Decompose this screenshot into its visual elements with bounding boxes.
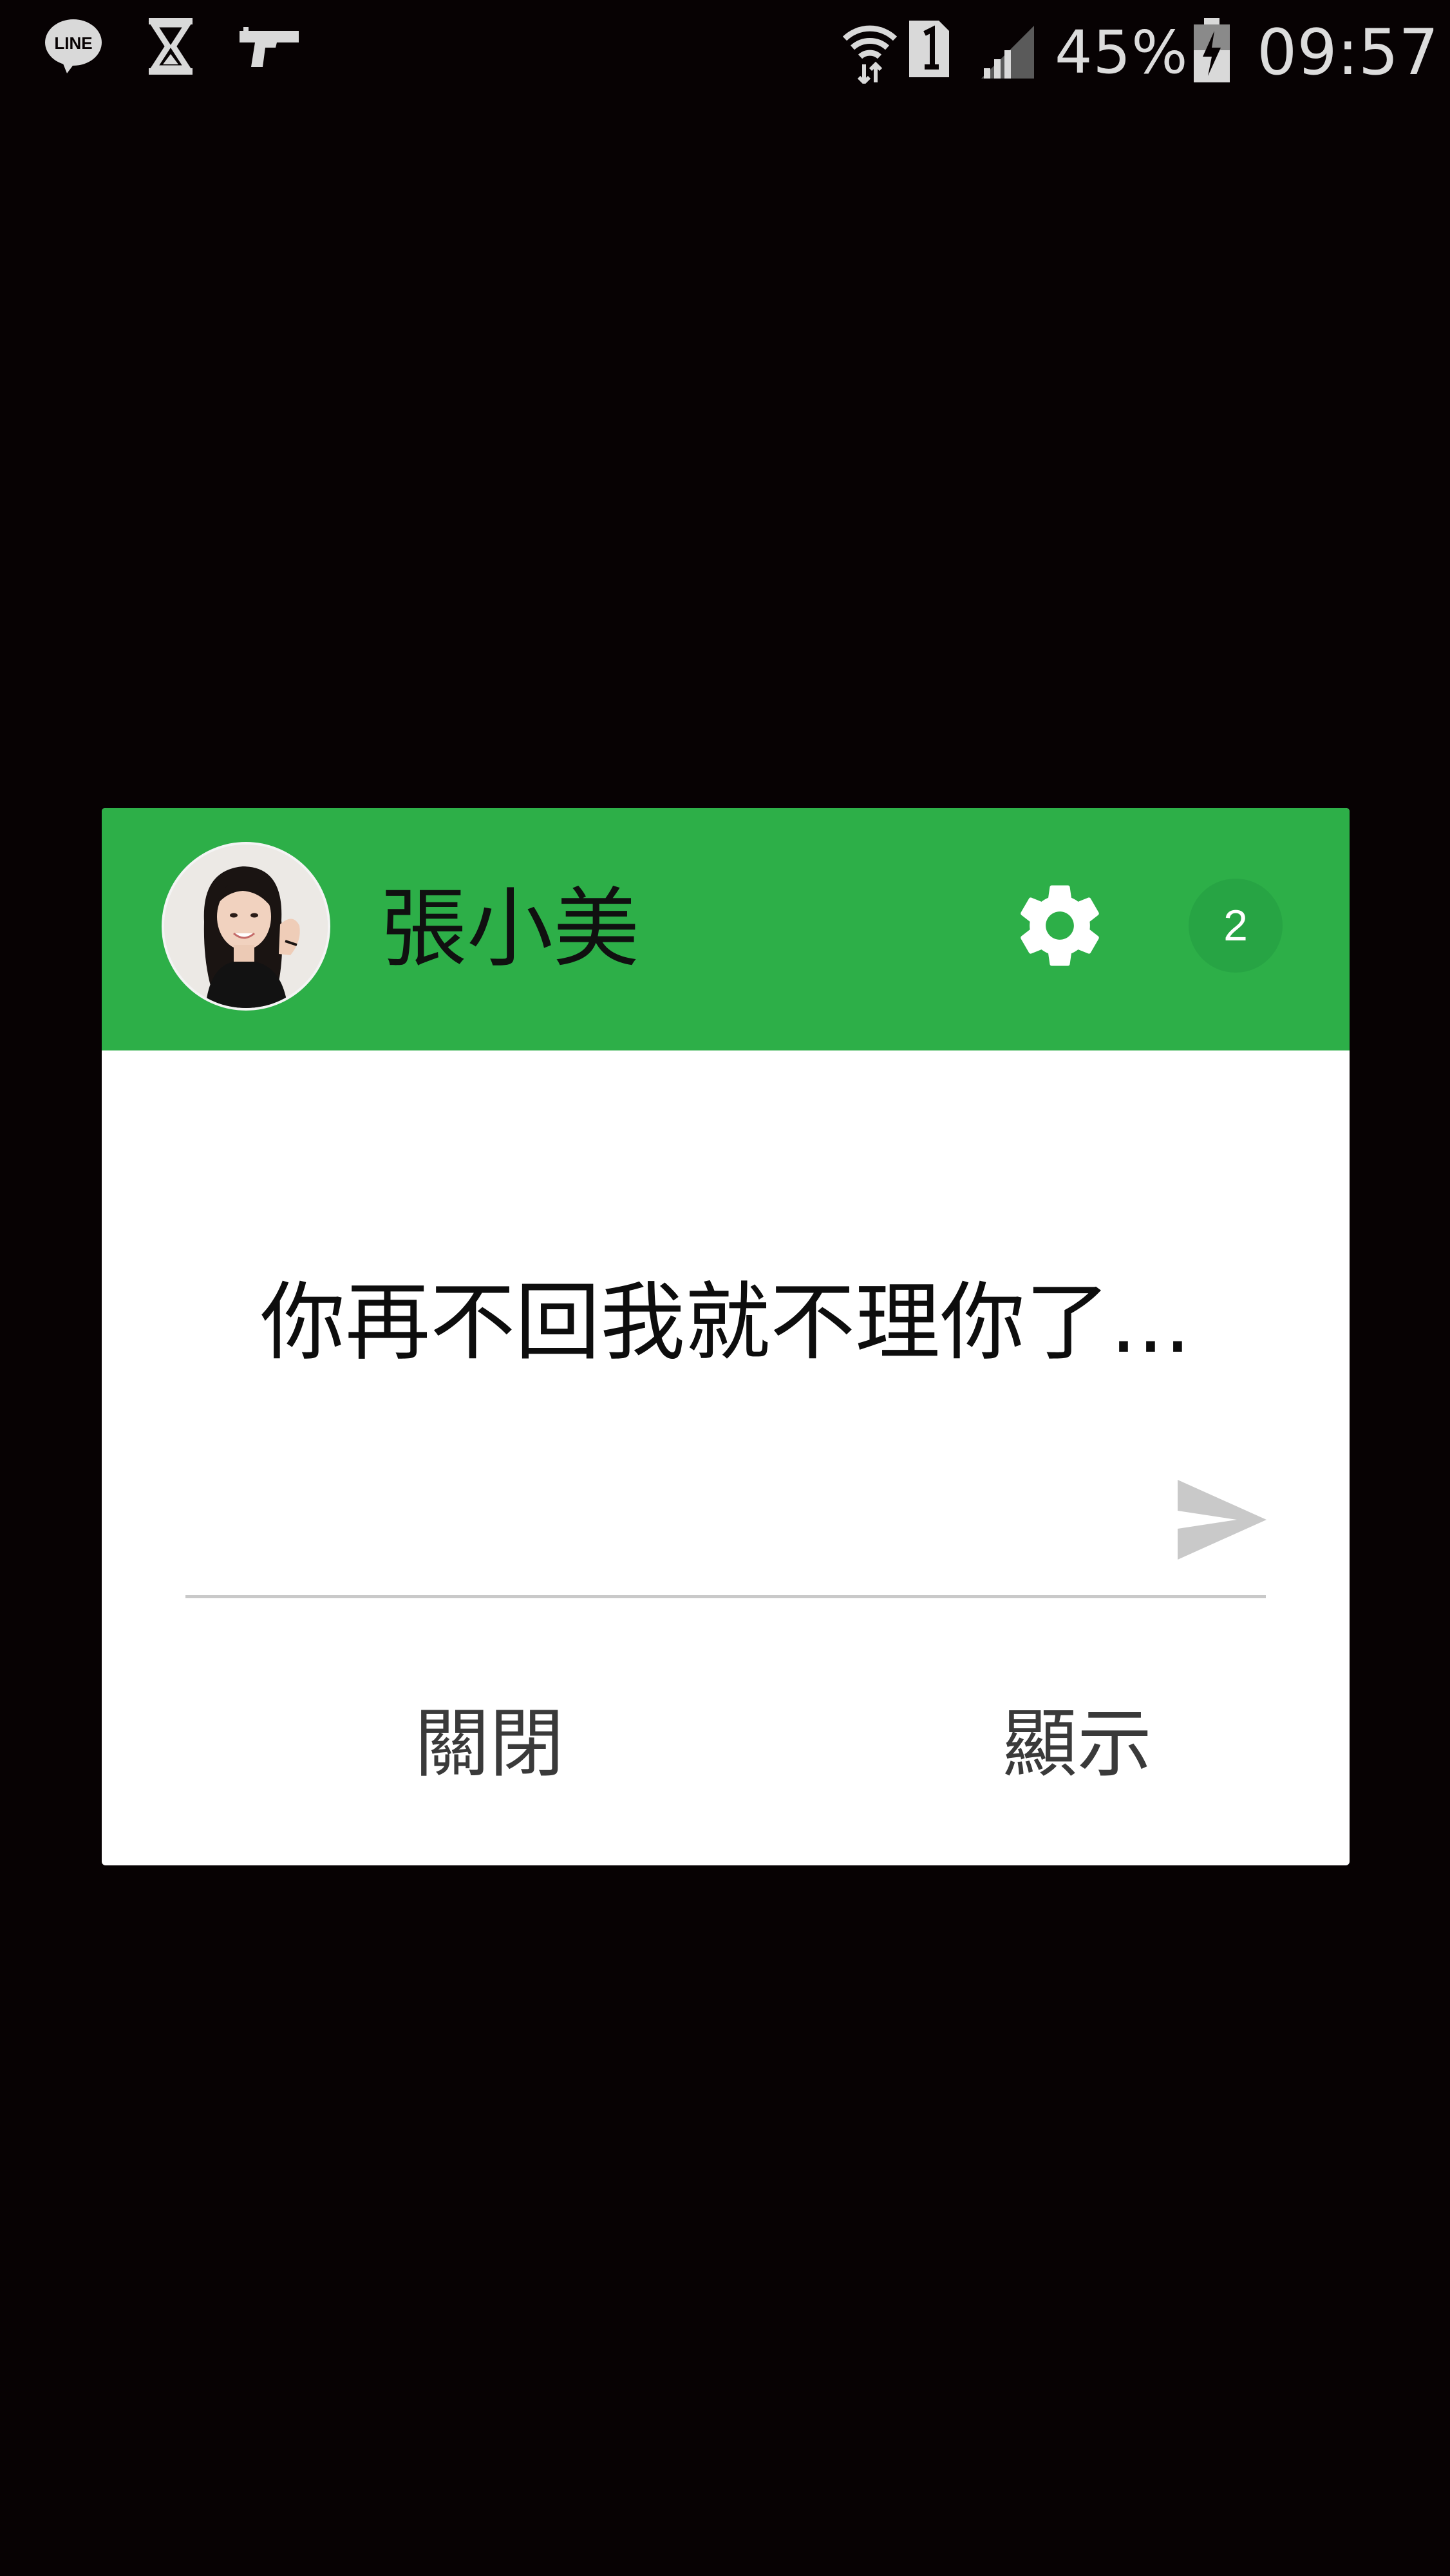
gun-icon: [240, 27, 299, 67]
reply-input[interactable]: [185, 1445, 1180, 1524]
battery-percent: 45%: [1055, 18, 1189, 87]
hourglass-icon: [148, 18, 193, 75]
send-icon: [1178, 1480, 1266, 1560]
line-app-icon: LINE: [45, 19, 102, 73]
screen: LINE 45% 09:57 張小美 2 你再不回我就不理你了... 關閉 顯示: [0, 0, 1450, 2576]
status-bar: LINE 45% 09:57: [0, 0, 1450, 103]
avatar[interactable]: [162, 842, 330, 1011]
send-button[interactable]: [1174, 1477, 1270, 1564]
sim-1-icon: [909, 21, 949, 77]
close-button[interactable]: 關閉: [335, 1690, 644, 1799]
dialog-header: 張小美 2: [102, 808, 1350, 1050]
status-time: 09:57: [1257, 16, 1439, 89]
reply-input-underline: [185, 1595, 1266, 1598]
signal-icon: [981, 26, 1034, 79]
unread-count-badge: 2: [1189, 879, 1283, 973]
sender-name: 張小美: [381, 879, 640, 979]
avatar-portrait-image: [164, 845, 328, 1008]
gear-icon: [1021, 885, 1099, 966]
wifi-icon: [842, 25, 898, 84]
svg-text:LINE: LINE: [54, 33, 92, 53]
show-button[interactable]: 顯示: [923, 1690, 1232, 1799]
message-text: 你再不回我就不理你了...: [260, 1273, 1191, 1372]
message-popup-dialog: 張小美 2 你再不回我就不理你了... 關閉 顯示: [102, 808, 1350, 1865]
settings-button[interactable]: [1012, 877, 1108, 974]
battery-charging-icon: [1194, 18, 1230, 82]
